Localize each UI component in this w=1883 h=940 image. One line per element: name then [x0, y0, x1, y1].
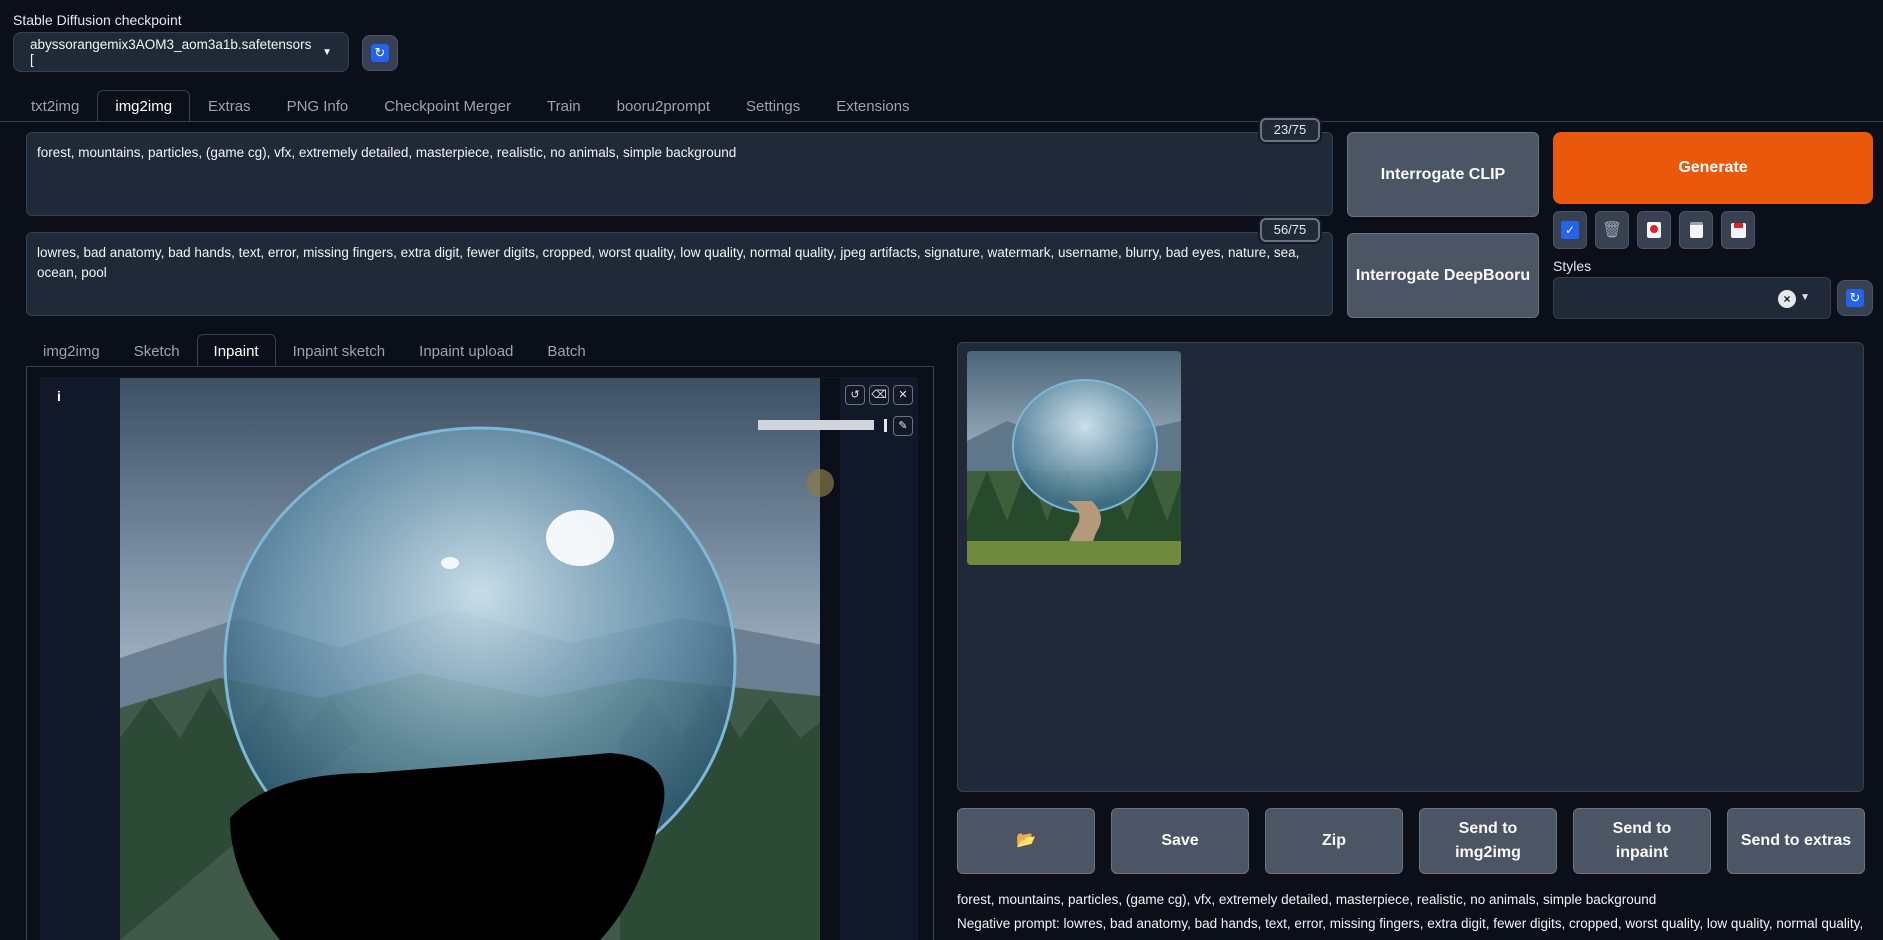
send-to-img2img-label-line2: img2img	[1455, 844, 1521, 861]
tab-settings[interactable]: Settings	[728, 90, 818, 122]
tab-inpaint[interactable]: Inpaint	[196, 334, 276, 367]
generation-info-negative: Negative prompt: lowres, bad anatomy, ba…	[957, 916, 1864, 931]
tab-img2img[interactable]: img2img	[97, 90, 191, 122]
generate-button[interactable]: Generate	[1553, 132, 1873, 204]
tab-txt2img[interactable]: txt2img	[13, 90, 97, 122]
checkpoint-dropdown[interactable]: abyssorangemix3AOM3_aom3a1b.safetensors …	[13, 32, 349, 72]
send-to-inpaint-button[interactable]: Send to inpaint	[1573, 808, 1711, 874]
inpaint-canvas[interactable]	[120, 378, 840, 940]
prompt-input[interactable]: forest, mountains, particles, (game cg),…	[26, 132, 1333, 216]
refresh-icon: ↻	[371, 44, 389, 62]
main-tab-bar: txt2img img2img Extras PNG Info Checkpoi…	[13, 90, 928, 122]
clipboard-icon	[1689, 222, 1703, 238]
tab-inpaint-upload[interactable]: Inpaint upload	[402, 334, 530, 367]
checkpoint-value: abyssorangemix3AOM3_aom3a1b.safetensors …	[30, 37, 312, 67]
img2img-mode-tabs: img2img Sketch Inpaint Inpaint sketch In…	[26, 334, 603, 367]
clear-icon[interactable]: ×	[1778, 290, 1796, 308]
prompt-token-counter: 23/75	[1260, 118, 1320, 142]
save-style-button[interactable]	[1721, 211, 1755, 249]
interrogate-clip-button[interactable]: Interrogate CLIP	[1347, 132, 1539, 217]
tab-png-info[interactable]: PNG Info	[269, 90, 367, 122]
interrogate-deepbooru-button[interactable]: Interrogate DeepBooru	[1347, 233, 1539, 318]
floppy-disk-icon	[1730, 222, 1746, 238]
tab-train[interactable]: Train	[529, 90, 599, 122]
tab-checkpoint-merger[interactable]: Checkpoint Merger	[366, 90, 529, 122]
generation-info-prompt: forest, mountains, particles, (game cg),…	[957, 892, 1657, 907]
send-to-img2img-label-line1: Send to	[1458, 820, 1518, 837]
negative-prompt-token-counter: 56/75	[1260, 218, 1320, 242]
save-button[interactable]: Save	[1111, 808, 1249, 874]
card-icon	[1647, 222, 1661, 238]
chevron-down-icon: ▼	[1800, 292, 1810, 303]
tab-sketch[interactable]: Sketch	[117, 334, 197, 367]
send-to-inpaint-label-line2: inpaint	[1615, 844, 1669, 861]
clear-prompt-button[interactable]: 🗑	[1595, 211, 1629, 249]
refresh-checkpoint-button[interactable]: ↻	[362, 35, 398, 71]
open-folder-button[interactable]: 📂	[957, 808, 1095, 874]
arrow-check-icon: ✓	[1561, 221, 1579, 239]
folder-icon: 📂	[1016, 832, 1036, 849]
checkpoint-label: Stable Diffusion checkpoint	[13, 12, 182, 28]
send-to-extras-button[interactable]: Send to extras	[1727, 808, 1865, 874]
styles-dropdown[interactable]: × ▼	[1553, 277, 1831, 319]
send-to-img2img-button[interactable]: Send to img2img	[1419, 808, 1557, 874]
refresh-icon: ↻	[1846, 289, 1864, 307]
tab-extensions[interactable]: Extensions	[818, 90, 927, 122]
zip-button[interactable]: Zip	[1265, 808, 1403, 874]
brush-size-thumb[interactable]	[884, 419, 887, 432]
negative-prompt-input[interactable]: lowres, bad anatomy, bad hands, text, er…	[26, 232, 1333, 316]
tab-batch[interactable]: Batch	[530, 334, 602, 367]
read-params-button[interactable]: ✓	[1553, 211, 1587, 249]
brush-icon[interactable]: ✎	[893, 416, 913, 436]
info-icon[interactable]: i	[52, 388, 66, 404]
tab-inpaint-sketch[interactable]: Inpaint sketch	[276, 334, 403, 367]
tab-divider	[0, 121, 1883, 122]
trash-icon: 🗑	[1601, 222, 1623, 239]
brush-size-slider[interactable]	[758, 420, 874, 430]
close-icon[interactable]: ✕	[893, 385, 913, 405]
send-to-inpaint-label-line1: Send to	[1612, 820, 1672, 837]
extra-networks-button[interactable]	[1637, 211, 1671, 249]
styles-label: Styles	[1553, 258, 1592, 274]
tab-extras[interactable]: Extras	[190, 90, 269, 122]
chevron-down-icon: ▼	[322, 46, 332, 58]
tab-booru2prompt[interactable]: booru2prompt	[599, 90, 728, 122]
refresh-styles-button[interactable]: ↻	[1837, 280, 1873, 316]
apply-style-button[interactable]	[1679, 211, 1713, 249]
gallery-thumbnail[interactable]	[967, 351, 1181, 565]
tab-img2img-mode[interactable]: img2img	[26, 334, 117, 367]
canvas-toolbar: ↺ ⌫ ✕	[845, 385, 913, 405]
undo-icon[interactable]: ↺	[845, 385, 865, 405]
eraser-icon[interactable]: ⌫	[869, 385, 889, 405]
